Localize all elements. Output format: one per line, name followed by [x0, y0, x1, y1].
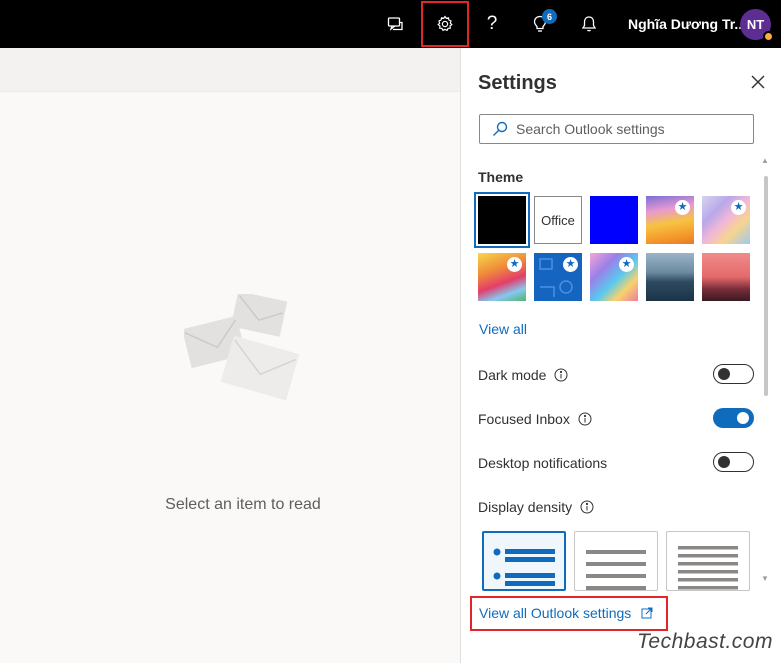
density-option-full[interactable] [482, 531, 566, 591]
premium-star-icon: ★ [563, 257, 578, 272]
feedback-icon[interactable] [372, 0, 420, 48]
theme-black[interactable] [474, 192, 530, 248]
info-icon[interactable] [580, 500, 594, 514]
desktop-notifications-label: Desktop notifications [478, 455, 608, 471]
scroll-down-arrow-icon[interactable]: ▼ [761, 574, 769, 583]
tips-badge: 6 [542, 9, 557, 24]
presence-status-icon [763, 31, 774, 42]
theme-office[interactable]: Office [534, 196, 582, 244]
desktop-notifications-toggle[interactable] [713, 452, 754, 472]
theme-blue-pattern[interactable]: ★ [534, 253, 582, 301]
top-bar: ? 6 Nghĩa Dương Tr.. NT [0, 0, 781, 48]
focused-inbox-label: Focused Inbox [478, 411, 592, 427]
settings-title: Settings [478, 72, 557, 94]
density-option-compact[interactable] [666, 531, 750, 591]
premium-star-icon: ★ [507, 257, 522, 272]
info-icon[interactable] [554, 368, 568, 382]
display-density-label: Display density [478, 499, 594, 515]
density-full-icon [493, 548, 555, 586]
user-name[interactable]: Nghĩa Dương Tr.. [628, 16, 742, 32]
search-icon [492, 121, 508, 137]
settings-search-input[interactable] [516, 121, 746, 137]
lightbulb-icon[interactable]: 6 [516, 0, 564, 48]
close-icon[interactable] [748, 72, 768, 92]
theme-colorful-stripes[interactable]: ★ [646, 196, 694, 244]
premium-star-icon: ★ [731, 200, 746, 215]
empty-state-text: Select an item to read [165, 496, 321, 513]
density-medium-icon [586, 550, 646, 590]
dark-mode-toggle[interactable] [713, 364, 754, 384]
theme-rainbow-waves[interactable]: ★ [702, 196, 750, 244]
theme-sunset[interactable] [702, 253, 750, 301]
theme-label: Theme [478, 169, 524, 185]
reading-pane-header [0, 48, 460, 92]
bell-icon[interactable] [565, 0, 613, 48]
dark-mode-label: Dark mode [478, 367, 568, 383]
theme-illustration[interactable]: ★ [478, 253, 526, 301]
premium-star-icon: ★ [619, 257, 634, 272]
info-icon[interactable] [578, 412, 592, 426]
density-compact-icon [678, 546, 738, 590]
help-icon[interactable]: ? [468, 0, 516, 48]
envelopes-illustration-icon [184, 294, 300, 401]
scroll-up-arrow-icon[interactable]: ▲ [761, 156, 769, 165]
view-all-themes-link[interactable]: View all [479, 321, 527, 337]
settings-search-box[interactable] [479, 114, 754, 144]
focused-inbox-toggle[interactable] [713, 408, 754, 428]
watermark: Techbast.com [637, 630, 773, 653]
theme-blue[interactable] [590, 196, 638, 244]
settings-highlight-box [421, 1, 469, 47]
premium-star-icon: ★ [675, 200, 690, 215]
view-all-settings-highlight-box [470, 596, 668, 631]
scrollbar-thumb[interactable] [764, 176, 768, 396]
reading-pane: Select an item to read [0, 48, 460, 663]
settings-panel: Settings ▲ ▼ Theme Office ★ ★ ★ ★ ★ View… [460, 48, 781, 663]
theme-mountains[interactable] [646, 253, 694, 301]
density-option-medium[interactable] [574, 531, 658, 591]
theme-colorful-shapes[interactable]: ★ [590, 253, 638, 301]
